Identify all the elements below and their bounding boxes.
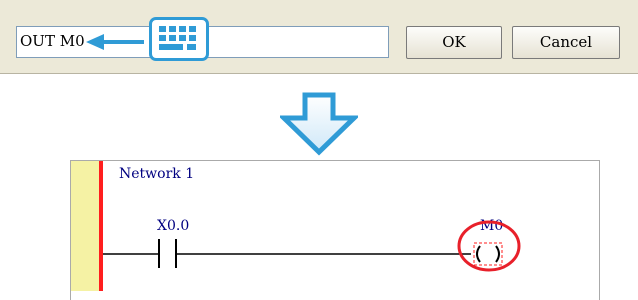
ladder-rung [103, 220, 521, 272]
normally-open-contact[interactable] [158, 239, 177, 268]
output-coil[interactable] [473, 242, 503, 266]
